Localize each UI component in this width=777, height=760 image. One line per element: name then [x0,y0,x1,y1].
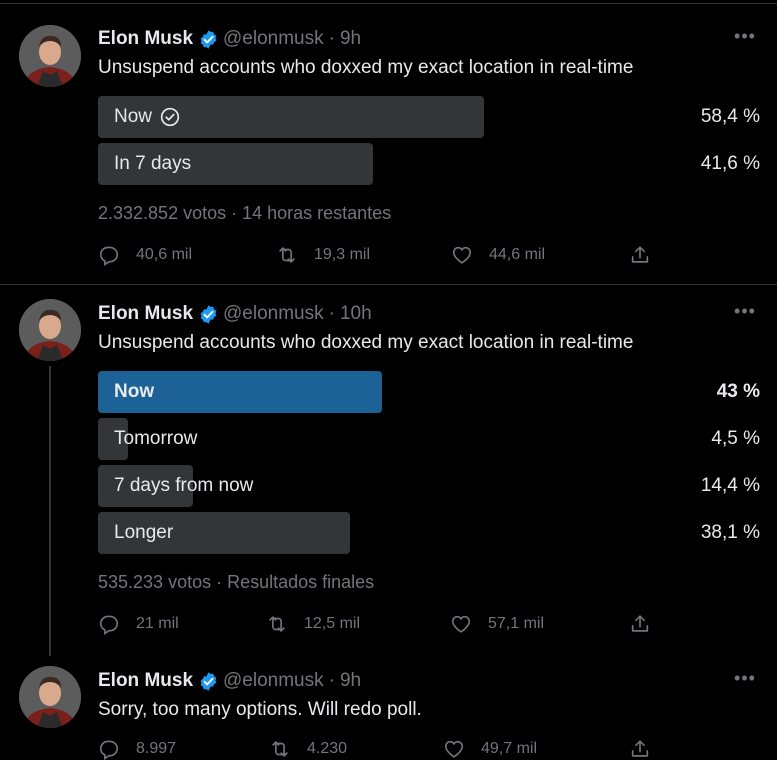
retweet-button[interactable]: 4.230 [269,738,347,760]
verified-badge-icon [200,304,217,324]
author-name[interactable]: Elon Musk [98,303,193,325]
tweet-header: Elon Musk @elonmusk · 10h [98,302,372,326]
retweet-count: 12,5 mil [304,615,361,632]
share-icon [631,246,649,263]
like-button[interactable]: 44,6 mil [451,244,545,266]
poll-option-label: Longer [114,522,174,543]
separator-dot: · [328,670,335,691]
reply-icon [99,615,119,635]
like-button[interactable]: 49,7 mil [443,738,537,760]
tweet-time[interactable]: 10h [340,303,372,325]
reply-button[interactable]: 40,6 mil [98,244,192,266]
share-button[interactable] [629,613,651,635]
tweet-time[interactable]: 9h [340,670,361,692]
tweet-text: Unsuspend accounts who doxxed my exact l… [98,57,634,78]
like-count: 57,1 mil [488,615,545,632]
like-count: 49,7 mil [481,740,538,757]
poll-summary: 535.233 votos · Resultados finales [98,572,375,592]
avatar[interactable] [19,666,81,728]
reply-button[interactable]: 8.997 [98,738,176,760]
like-button[interactable]: 57,1 mil [450,613,544,635]
separator-dot: · [328,28,335,49]
retweet-count: 19,3 mil [314,246,371,263]
heart-icon [452,246,472,264]
author-handle[interactable]: @elonmusk [223,670,324,692]
separator-dot: · [328,303,335,324]
retweet-button[interactable]: 12,5 mil [266,613,360,635]
author-name[interactable]: Elon Musk [98,670,193,692]
author-name[interactable]: Elon Musk [98,28,193,50]
more-icon[interactable]: ••• [733,302,757,325]
reply-icon [99,246,119,266]
reply-count: 40,6 mil [136,246,193,263]
share-icon [631,615,649,632]
poll-option-percent: 58,4 % [700,106,760,127]
tweet-divider [0,284,777,285]
top-border [0,3,777,4]
retweet-button[interactable]: 19,3 mil [276,244,370,266]
verified-badge-icon [200,671,217,691]
poll-option: Tomorrow 4,5 % [98,418,760,460]
poll-option-label: Now [114,96,180,138]
check-circle-icon [160,107,180,127]
tweet-time[interactable]: 9h [340,28,361,50]
reply-icon [99,740,119,760]
heart-icon [444,740,464,758]
poll-option-percent: 38,1 % [700,522,760,543]
like-count: 44,6 mil [489,246,546,263]
poll-option: Now 43 % [98,371,760,413]
more-icon[interactable]: ••• [733,27,757,50]
share-icon [631,740,649,757]
retweet-icon [269,616,285,632]
poll-option-percent: 43 % [716,381,760,402]
thread-line [49,366,51,656]
author-handle[interactable]: @elonmusk [223,28,324,50]
retweet-icon [279,247,295,263]
poll-option-label: Tomorrow [114,428,198,449]
author-handle[interactable]: @elonmusk [223,303,324,325]
tweet-header: Elon Musk @elonmusk · 9h [98,27,361,51]
poll-option: In 7 days 41,6 % [98,143,760,185]
poll-option: Now 58,4 % [98,96,760,138]
avatar[interactable] [19,25,81,87]
poll-option-label: Now [114,381,155,402]
tweet-header: Elon Musk @elonmusk · 9h [98,669,361,693]
share-button[interactable] [629,244,651,266]
poll-option: Longer 38,1 % [98,512,760,554]
reply-count: 21 mil [136,615,179,632]
poll-option-percent: 41,6 % [700,153,760,174]
retweet-count: 4.230 [307,740,348,757]
tweet-text: Sorry, too many options. Will redo poll. [98,699,422,720]
heart-icon [451,615,471,633]
reply-button[interactable]: 21 mil [98,613,179,635]
more-icon[interactable]: ••• [733,669,757,692]
verified-badge-icon [200,29,217,49]
poll-summary: 2.332.852 votos · 14 horas restantes [98,203,392,223]
poll-option-label: 7 days from now [114,475,254,496]
poll-option: 7 days from now 14,4 % [98,465,760,507]
avatar[interactable] [19,299,81,361]
share-button[interactable] [629,738,651,760]
tweet-text: Unsuspend accounts who doxxed my exact l… [98,332,634,353]
poll-option-percent: 14,4 % [700,475,760,496]
reply-count: 8.997 [136,740,177,757]
poll-option-label: In 7 days [114,153,192,174]
poll-option-percent: 4,5 % [711,428,760,449]
retweet-icon [272,741,288,757]
